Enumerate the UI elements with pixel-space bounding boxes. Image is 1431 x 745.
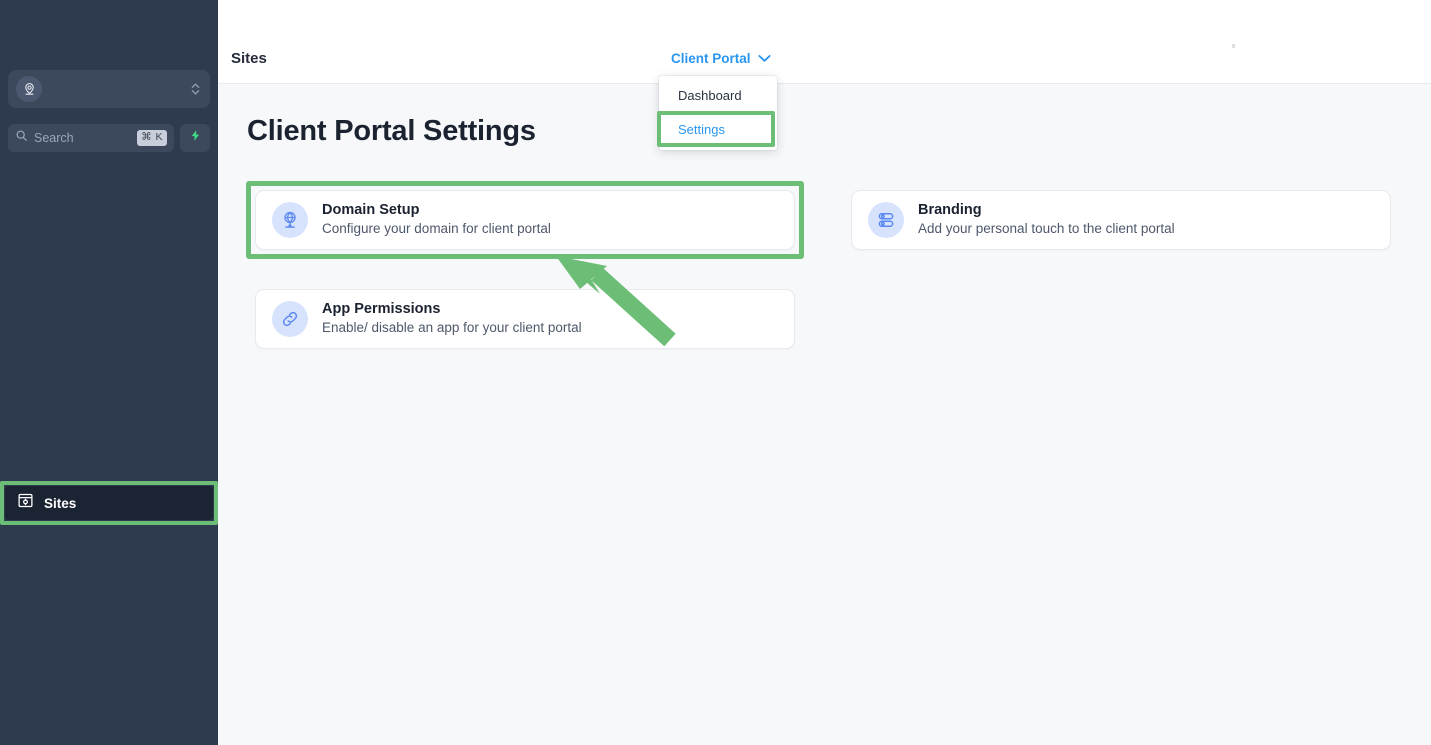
card-app-permissions-subtitle: Enable/ disable an app for your client p…	[322, 320, 582, 336]
search-placeholder: Search	[34, 131, 74, 145]
card-branding-title: Branding	[918, 201, 982, 218]
sidebar: Search ⌘ K Sites	[0, 0, 218, 745]
card-domain-setup[interactable]: Domain Setup Configure your domain for c…	[255, 190, 795, 250]
card-app-permissions-text: App Permissions Enable/ disable an app f…	[322, 300, 582, 338]
dropdown-item-dashboard[interactable]: Dashboard	[659, 80, 777, 110]
portal-switcher[interactable]: Client Portal	[671, 51, 771, 66]
cursor-artifact	[1232, 44, 1235, 48]
quick-action-button[interactable]	[180, 124, 210, 152]
card-branding[interactable]: Branding Add your personal touch to the …	[851, 190, 1391, 250]
sites-window-icon	[17, 492, 34, 514]
breadcrumb: Sites	[231, 50, 267, 67]
portal-switcher-dropdown: Dashboard Settings	[657, 76, 777, 150]
search-shortcut-badge: ⌘ K	[137, 130, 167, 146]
app-root: Search ⌘ K Sites Sites Client Portal Das…	[0, 0, 1431, 745]
sidebar-search-row: Search ⌘ K	[8, 124, 210, 152]
chevron-down-icon	[757, 51, 771, 66]
dropdown-item-settings-wrap: Settings	[657, 111, 777, 147]
card-domain-setup-subtitle: Configure your domain for client portal	[322, 221, 551, 237]
portal-switcher-label: Client Portal	[671, 51, 751, 66]
sidebar-item-sites[interactable]: Sites	[5, 486, 213, 520]
card-domain-setup-text: Domain Setup Configure your domain for c…	[322, 201, 551, 239]
sliders-adjust-icon	[868, 202, 904, 238]
user-location-avatar-icon	[16, 76, 42, 102]
workspace-selector[interactable]	[8, 70, 210, 108]
sidebar-item-sites-label: Sites	[44, 495, 77, 511]
card-app-permissions-title: App Permissions	[322, 300, 441, 317]
topbar: Sites Client Portal Dashboard Settings	[218, 0, 1431, 150]
card-branding-subtitle: Add your personal touch to the client po…	[918, 221, 1175, 237]
main-content: Sites Client Portal Dashboard Settings C…	[218, 0, 1431, 745]
card-domain-setup-title: Domain Setup	[322, 201, 420, 218]
sidebar-nav: Sites	[0, 481, 218, 525]
search-input[interactable]: Search ⌘ K	[8, 124, 174, 152]
page-title: Client Portal Settings	[247, 115, 536, 147]
link-chain-icon	[272, 301, 308, 337]
dropdown-item-settings[interactable]: Settings	[659, 114, 777, 144]
lightning-bolt-icon	[189, 128, 202, 148]
card-app-permissions[interactable]: App Permissions Enable/ disable an app f…	[255, 289, 795, 349]
chevron-up-down-icon	[188, 81, 202, 97]
card-branding-text: Branding Add your personal touch to the …	[918, 201, 1175, 239]
search-icon	[15, 129, 28, 147]
globe-network-icon	[272, 202, 308, 238]
